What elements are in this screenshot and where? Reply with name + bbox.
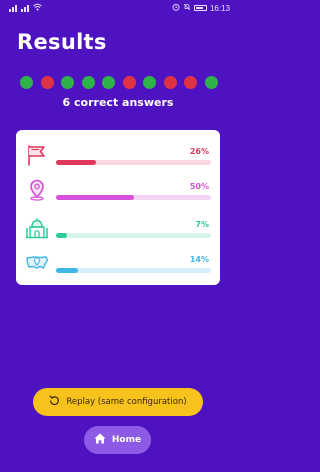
answer-dot-wrong — [184, 76, 197, 89]
answer-dot-correct — [204, 76, 218, 89]
signal-icon — [9, 4, 19, 12]
answer-dots — [20, 76, 218, 89]
stat-bar-track — [56, 268, 211, 273]
answer-dot-wrong — [163, 76, 177, 89]
home-button[interactable]: Home — [84, 426, 151, 454]
stat-bar-fill — [56, 195, 134, 200]
wifi-icon — [33, 3, 42, 13]
stat-percent: 14% — [189, 255, 209, 264]
home-button-label: Home — [111, 435, 142, 445]
mute-icon — [183, 3, 191, 13]
answer-dot-wrong — [40, 76, 54, 89]
signal-icon-2 — [21, 4, 31, 12]
stat-bar-track — [56, 195, 211, 200]
stat-percent: 7% — [195, 220, 209, 229]
status-left — [9, 3, 42, 13]
alarm-icon — [172, 3, 180, 13]
map-pin-icon — [25, 178, 49, 202]
stat-bar-fill — [56, 160, 97, 165]
answer-dot-correct — [143, 76, 156, 89]
status-bar: 16:13 — [0, 0, 236, 16]
replay-icon — [49, 395, 60, 409]
stat-row-country: 14% — [16, 248, 220, 278]
answer-dot-wrong — [122, 76, 136, 89]
answer-dot-correct — [61, 76, 74, 89]
status-time: 16:13 — [209, 3, 230, 13]
stat-row-monument: 7% — [16, 213, 220, 243]
flag-icon — [25, 143, 49, 167]
monument-icon — [25, 216, 49, 240]
answer-dot-correct — [20, 76, 33, 89]
home-icon — [94, 433, 106, 447]
page-title: Results — [17, 30, 107, 54]
stats-card: 26% 50% 7% 14% — [16, 130, 220, 285]
stat-bar-track — [56, 233, 211, 238]
replay-button-label: Replay (same configuration) — [66, 397, 187, 407]
stat-row-flag: 26% — [16, 140, 220, 170]
status-right: 16:13 — [172, 3, 230, 13]
stat-row-location: 50% — [16, 175, 220, 205]
stat-bar-fill — [56, 268, 78, 273]
stat-percent: 50% — [189, 182, 209, 191]
stat-bar-fill — [56, 233, 67, 238]
answer-dot-correct — [102, 76, 115, 89]
battery-icon — [193, 5, 207, 11]
answer-dot-correct — [81, 76, 95, 89]
correct-answers-summary: 6 correct answers — [62, 96, 174, 109]
stat-bar-track — [56, 160, 211, 165]
stat-percent: 26% — [189, 147, 209, 156]
replay-button[interactable]: Replay (same configuration) — [33, 388, 203, 416]
country-map-icon — [25, 251, 49, 275]
